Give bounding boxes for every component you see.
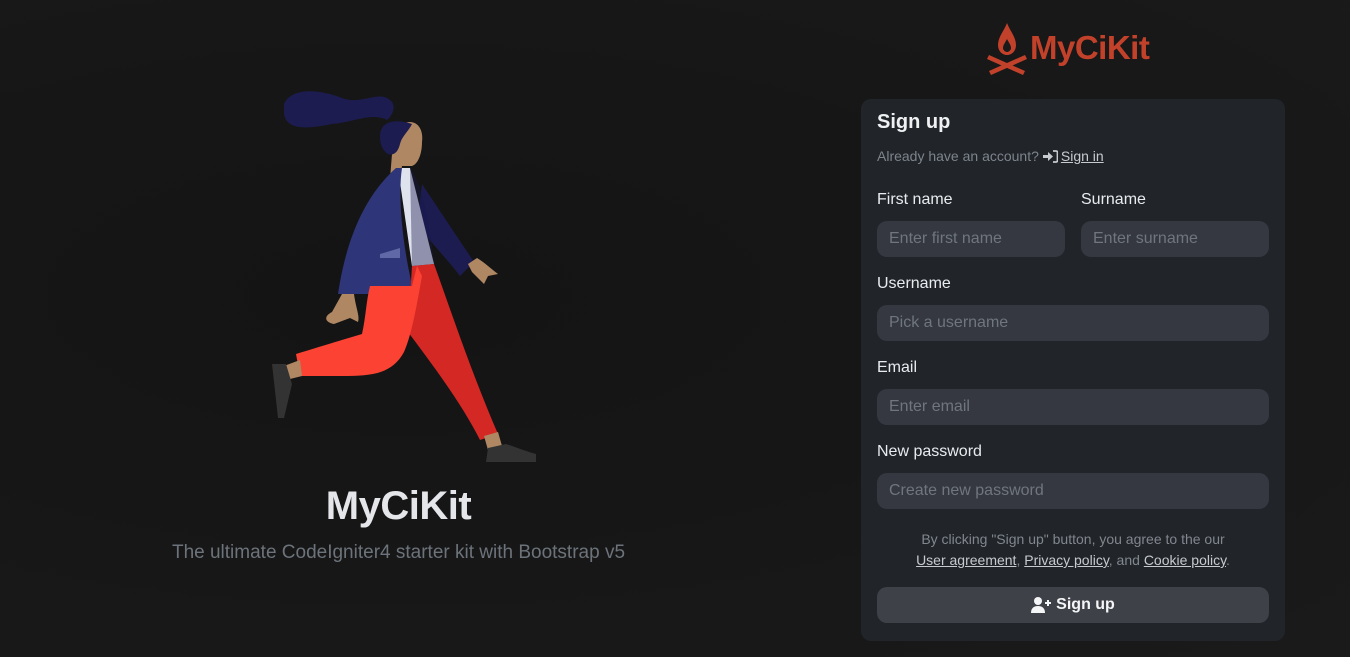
email-input[interactable]: [877, 389, 1269, 425]
hero-section: MyCiKit The ultimate CodeIgniter4 starte…: [0, 0, 800, 657]
username-input[interactable]: [877, 305, 1269, 341]
password-label: New password: [877, 443, 982, 460]
signin-link-label: Sign in: [1060, 148, 1104, 164]
password-group: New password: [877, 443, 1269, 509]
brand-title: MyCiKit: [325, 484, 472, 528]
first-name-input[interactable]: [877, 221, 1065, 257]
logo-text: MyCiKit: [1030, 29, 1150, 66]
form-title: Sign up: [877, 111, 951, 133]
privacy-policy-link[interactable]: Privacy policy: [1024, 552, 1109, 568]
cookie-policy-link[interactable]: Cookie policy: [1144, 552, 1226, 568]
name-row: First name Surname: [877, 191, 1269, 257]
signin-link[interactable]: Sign in: [1042, 148, 1104, 164]
surname-input[interactable]: [1081, 221, 1269, 257]
signup-card: Sign up Already have an account? Sign in…: [861, 99, 1285, 641]
user-agreement-link[interactable]: User agreement: [916, 552, 1016, 568]
campfire-icon: [987, 23, 1027, 75]
signup-button[interactable]: Sign up: [877, 587, 1269, 623]
first-name-group: First name: [877, 191, 1065, 257]
username-group: Username: [877, 275, 1269, 341]
email-group: Email: [877, 359, 1269, 425]
terms-suffix: .: [1226, 552, 1230, 568]
username-label: Username: [877, 275, 951, 292]
terms-text: By clicking "Sign up" button, you agree …: [877, 529, 1269, 571]
user-plus-icon: [1031, 597, 1052, 613]
surname-group: Surname: [1081, 191, 1269, 257]
sign-in-icon: [1042, 149, 1058, 163]
signin-prompt: Already have an account? Sign in: [877, 147, 1269, 165]
terms-prefix: By clicking "Sign up" button, you agree …: [921, 531, 1225, 547]
first-name-label: First name: [877, 191, 953, 208]
signup-button-label: Sign up: [1056, 596, 1115, 613]
password-input[interactable]: [877, 473, 1269, 509]
email-label: Email: [877, 359, 918, 376]
walking-person-illustration: [272, 91, 536, 462]
terms-sep-2: , and: [1108, 552, 1144, 568]
already-text: Already have an account?: [877, 148, 1039, 164]
surname-label: Surname: [1081, 191, 1146, 208]
brand-tagline: The ultimate CodeIgniter4 starter kit wi…: [171, 542, 626, 563]
logo[interactable]: MyCiKit: [986, 20, 1150, 76]
